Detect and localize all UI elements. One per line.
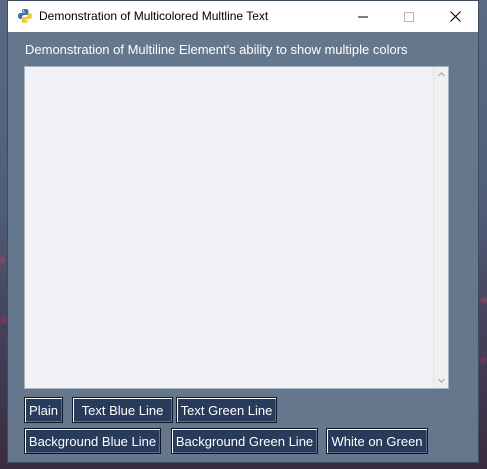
close-icon <box>449 11 461 22</box>
text-blue-line-button[interactable]: Text Blue Line <box>72 397 173 423</box>
plain-button[interactable]: Plain <box>24 397 63 423</box>
minimize-icon <box>358 16 368 17</box>
window-title: Demonstration of Multicolored Multline T… <box>39 9 269 23</box>
app-window: Demonstration of Multicolored Multline T… <box>7 0 479 463</box>
background-blue-line-button[interactable]: Background Blue Line <box>24 428 161 454</box>
multiline-text-area[interactable] <box>24 66 449 389</box>
text-green-line-button[interactable]: Text Green Line <box>176 397 277 423</box>
header-text: Demonstration of Multiline Element's abi… <box>25 42 408 57</box>
background-green-line-button[interactable]: Background Green Line <box>171 428 318 454</box>
maximize-button[interactable] <box>386 1 432 32</box>
python-icon <box>17 8 33 24</box>
close-button[interactable] <box>432 1 478 32</box>
maximize-icon <box>404 11 414 22</box>
white-on-green-button[interactable]: White on Green <box>326 428 428 454</box>
title-bar[interactable]: Demonstration of Multicolored Multline T… <box>8 1 478 32</box>
minimize-button[interactable] <box>340 1 386 32</box>
